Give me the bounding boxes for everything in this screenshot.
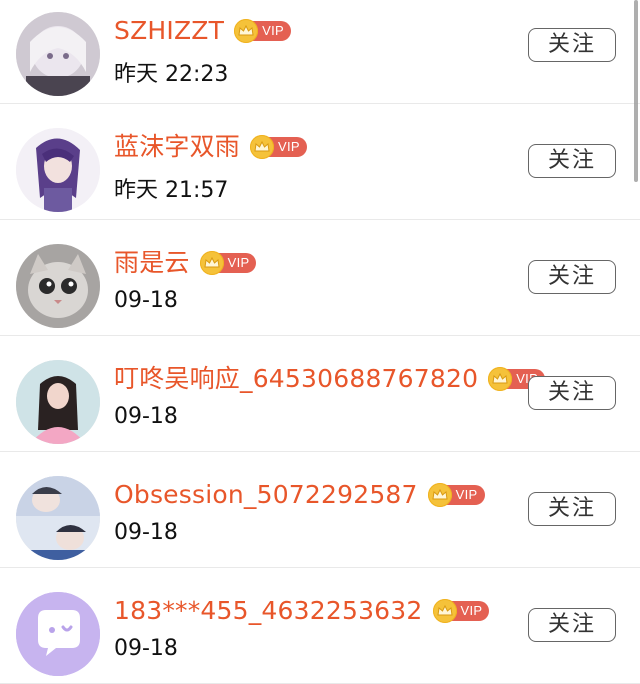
crown-icon xyxy=(199,251,224,275)
anime-boy-avatar-image xyxy=(16,128,100,212)
follow-time: 09-18 xyxy=(114,288,178,313)
user-name[interactable]: Obsession_5072292587 VIP xyxy=(114,480,485,510)
cat-avatar-image xyxy=(16,244,100,328)
list-item[interactable]: 叮咚吴响应_64530688767820 VIP 09-18 关注 xyxy=(0,336,640,452)
user-name[interactable]: 蓝沫字双雨 VIP xyxy=(114,132,307,162)
crown-icon xyxy=(432,599,457,623)
list-item[interactable]: 蓝沫字双雨 VIP 昨天 21:57 关注 xyxy=(0,104,640,220)
list-item[interactable]: 雨是云 VIP 09-18 关注 xyxy=(0,220,640,336)
couple-photo-avatar-image xyxy=(16,476,100,560)
user-avatar[interactable] xyxy=(16,476,100,560)
follow-button[interactable]: 关注 xyxy=(528,260,616,294)
user-name[interactable]: SZHIZZT VIP xyxy=(114,16,291,46)
follow-time: 昨天 22:23 xyxy=(114,62,229,87)
chat-bubble-avatar-icon xyxy=(16,592,100,676)
vip-badge: VIP xyxy=(234,19,291,43)
crown-icon xyxy=(488,367,513,391)
crown-icon xyxy=(250,135,275,159)
user-name[interactable]: 雨是云 VIP xyxy=(114,248,257,278)
list-item[interactable]: SZHIZZT VIP 昨天 22:23 关注 xyxy=(0,0,640,104)
user-name-text[interactable]: 雨是云 xyxy=(114,248,190,278)
user-name[interactable]: 叮咚吴响应_64530688767820 VIP xyxy=(114,364,546,394)
girl-photo-avatar-image xyxy=(16,360,100,444)
user-name[interactable]: 183***455_4632253632 VIP xyxy=(114,596,490,626)
user-avatar[interactable] xyxy=(16,128,100,212)
vip-badge: VIP xyxy=(432,599,490,623)
follow-time: 09-18 xyxy=(114,404,178,429)
follow-time: 09-18 xyxy=(114,520,178,545)
user-name-text[interactable]: 蓝沫字双雨 xyxy=(114,132,240,162)
follow-time: 昨天 21:57 xyxy=(114,178,229,203)
user-avatar[interactable] xyxy=(16,592,100,676)
follow-button[interactable]: 关注 xyxy=(528,28,616,62)
follow-button[interactable]: 关注 xyxy=(528,376,616,410)
user-name-text[interactable]: 叮咚吴响应_64530688767820 xyxy=(114,364,478,394)
user-avatar[interactable] xyxy=(16,12,100,96)
user-name-text[interactable]: Obsession_5072292587 xyxy=(114,480,418,510)
scrollbar[interactable] xyxy=(634,0,638,182)
list-item[interactable]: 183***455_4632253632 VIP 09-18 关注 xyxy=(0,568,640,684)
follow-button[interactable]: 关注 xyxy=(528,492,616,526)
follow-time: 09-18 xyxy=(114,636,178,661)
vip-badge: VIP xyxy=(250,135,307,159)
follow-button[interactable]: 关注 xyxy=(528,608,616,642)
vip-badge: VIP xyxy=(427,483,485,507)
user-avatar[interactable] xyxy=(16,360,100,444)
crown-icon xyxy=(427,483,452,507)
vip-badge: VIP xyxy=(199,251,257,275)
user-name-text[interactable]: 183***455_4632253632 xyxy=(114,596,423,626)
anime-girl-avatar-image xyxy=(16,12,100,96)
crown-icon xyxy=(234,19,259,43)
user-name-text[interactable]: SZHIZZT xyxy=(114,16,224,46)
follow-button[interactable]: 关注 xyxy=(528,144,616,178)
list-item[interactable]: Obsession_5072292587 VIP 09-18 关注 xyxy=(0,452,640,568)
follower-list: SZHIZZT VIP 昨天 22:23 关注 蓝沫字双雨 VIP 昨天 21:… xyxy=(0,0,640,684)
user-avatar[interactable] xyxy=(16,244,100,328)
